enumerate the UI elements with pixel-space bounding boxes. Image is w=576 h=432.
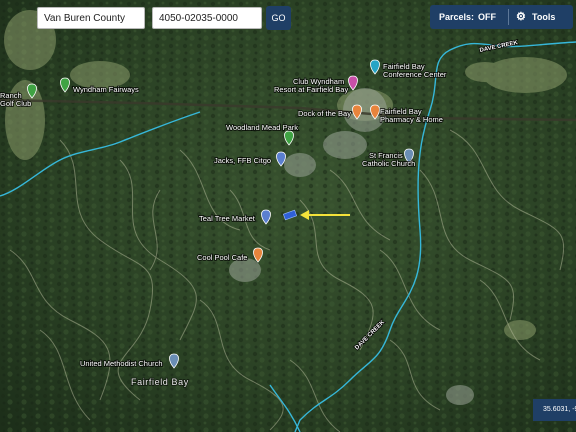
tools-button[interactable]: Tools — [532, 12, 555, 22]
label-teal-tree-market: Teal Tree Market — [199, 214, 256, 223]
label-dock-of-the-bay: Dock of the Bay — [298, 109, 351, 118]
label-ranch-golf-2: Golf Club — [0, 99, 31, 108]
toolbar-divider — [508, 9, 509, 25]
label-cool-pool-cafe: Cool Pool Cafe — [197, 253, 247, 262]
label-jacks-citgo: Jacks, FFB Citgo — [214, 156, 271, 165]
label-fairfield-bay: Fairfield Bay — [131, 377, 189, 387]
gear-icon[interactable]: ⚙ — [516, 10, 526, 23]
satellite-map[interactable]: Ranch Golf Club Wyndham Fairways Club Wy… — [0, 0, 576, 432]
label-united-methodist: United Methodist Church — [80, 359, 163, 368]
coordinate-readout: 35.6031, -9 — [533, 399, 576, 421]
label-wyndham-fairways: Wyndham Fairways — [73, 85, 139, 94]
label-pharmacy-2: Pharmacy & Home — [380, 115, 443, 124]
parcel-number-input[interactable] — [152, 7, 262, 29]
label-club-wyndham-2: Resort at Fairfield Bay — [274, 85, 348, 94]
go-button[interactable]: GO — [266, 6, 291, 30]
label-conference-center-2: Conference Center — [383, 70, 447, 79]
parcels-toggle-value[interactable]: OFF — [478, 12, 496, 22]
county-search-input[interactable] — [37, 7, 145, 29]
label-woodland-mead-park: Woodland Mead Park — [226, 123, 298, 132]
map-toolbar: Parcels: OFF ⚙ Tools — [430, 5, 573, 29]
parcels-toggle-label[interactable]: Parcels: — [439, 12, 474, 22]
label-st-francis-2: Catholic Church — [362, 159, 415, 168]
